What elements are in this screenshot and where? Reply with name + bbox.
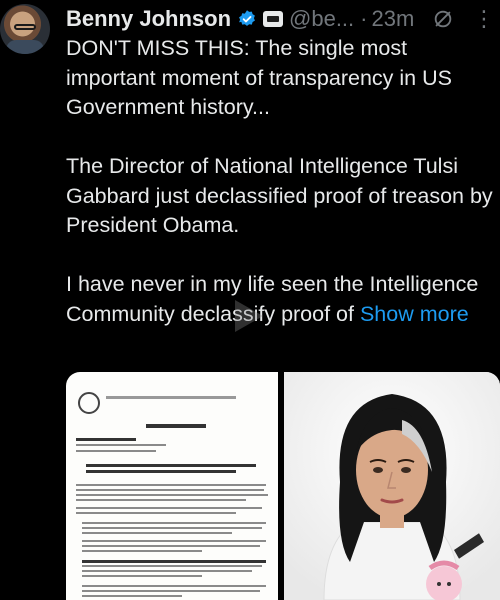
separator-dot: · bbox=[360, 6, 368, 31]
affiliation-badge-icon[interactable] bbox=[263, 11, 284, 27]
document-text-line bbox=[76, 444, 166, 446]
document-text-line bbox=[82, 585, 266, 587]
post-paragraph-3: I have never in my life seen the Intelli… bbox=[66, 270, 496, 329]
document-text-line bbox=[76, 512, 236, 514]
author-name[interactable]: Benny Johnson bbox=[66, 6, 231, 32]
seal-icon bbox=[78, 392, 100, 414]
timestamp[interactable]: 23m bbox=[371, 6, 414, 32]
document-title-line bbox=[146, 424, 206, 428]
document-text-line bbox=[76, 438, 136, 441]
more-icon[interactable]: ⋮ bbox=[473, 6, 496, 32]
document-text-line bbox=[76, 507, 262, 509]
document-text-line bbox=[82, 565, 262, 567]
portrait-illustration bbox=[284, 372, 500, 600]
document-text-line bbox=[82, 550, 202, 552]
document-text-line bbox=[82, 575, 202, 577]
document-text-line bbox=[82, 595, 182, 597]
document-text-line bbox=[82, 545, 260, 547]
document-text-line bbox=[82, 570, 252, 572]
document-text-line bbox=[82, 590, 260, 592]
post-header: Benny Johnson @be... · 23m ⋮ bbox=[66, 4, 500, 34]
document-text-line bbox=[82, 560, 266, 563]
document-text-line bbox=[76, 450, 156, 452]
media-grid[interactable] bbox=[66, 372, 500, 600]
verified-badge-icon bbox=[239, 10, 255, 26]
post[interactable]: Benny Johnson @be... · 23m ⋮ DON'T MISS … bbox=[0, 0, 500, 600]
photo-image[interactable] bbox=[284, 372, 500, 600]
document-text-line bbox=[76, 489, 264, 491]
document-header-line bbox=[106, 396, 236, 399]
document-text-line bbox=[82, 527, 262, 529]
document-text-line bbox=[76, 484, 266, 486]
post-text: DON'T MISS THIS: The single most importa… bbox=[66, 34, 496, 329]
document-text-line bbox=[82, 522, 266, 524]
document-text-line bbox=[76, 499, 246, 501]
post-paragraph-1: DON'T MISS THIS: The single most importa… bbox=[66, 36, 452, 119]
document-image[interactable] bbox=[66, 372, 278, 600]
post-paragraph-2: The Director of National Intelligence Tu… bbox=[66, 154, 493, 237]
play-icon bbox=[235, 300, 263, 332]
avatar-glasses bbox=[14, 24, 36, 30]
avatar[interactable] bbox=[0, 4, 50, 54]
avatar-shirt bbox=[6, 40, 44, 54]
document-text-line bbox=[76, 494, 268, 496]
document-text-line bbox=[82, 532, 232, 534]
document-text-line bbox=[86, 464, 256, 467]
show-more-link[interactable]: Show more bbox=[360, 302, 469, 326]
document-text-line bbox=[86, 470, 236, 473]
document-text-line bbox=[82, 540, 266, 542]
grok-icon[interactable] bbox=[432, 8, 454, 30]
author-handle[interactable]: @be... bbox=[289, 6, 354, 32]
